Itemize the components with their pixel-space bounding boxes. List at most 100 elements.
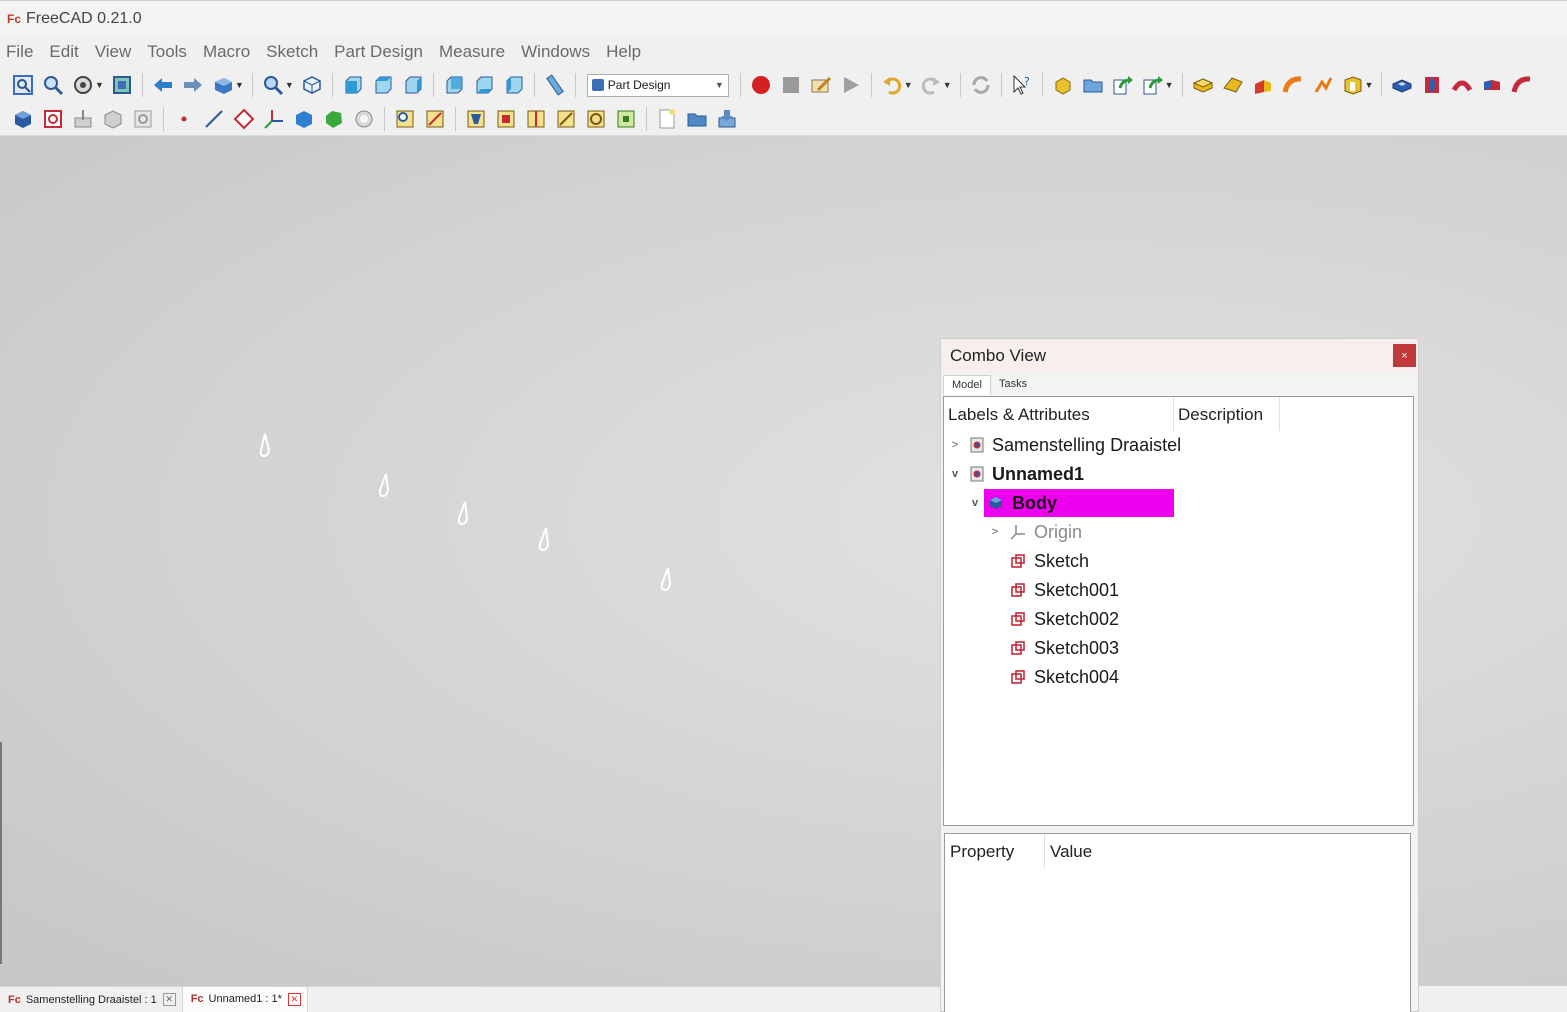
redo-icon[interactable] [919, 73, 943, 97]
groove-icon[interactable] [1450, 73, 1474, 97]
top-view-icon[interactable] [371, 73, 395, 97]
tab-tasks[interactable]: Tasks [991, 375, 1035, 395]
create-sketch-icon[interactable] [41, 107, 65, 131]
thickness-icon[interactable] [494, 107, 518, 131]
menu-windows[interactable]: Windows [521, 42, 590, 62]
undo-icon[interactable] [880, 73, 904, 97]
column-header-description[interactable]: Description [1174, 397, 1280, 431]
chevron-down-icon[interactable]: ▼ [235, 80, 244, 90]
tree-item-sketch[interactable]: Sketch [1010, 547, 1089, 575]
create-group-icon[interactable] [1081, 73, 1105, 97]
validate-sketch-icon[interactable] [71, 107, 95, 131]
chevron-down-icon[interactable]: ▼ [285, 80, 294, 90]
tree-item-sketch003[interactable]: Sketch003 [1010, 634, 1119, 662]
datum-point-icon[interactable] [172, 107, 196, 131]
tree-item-sketch004[interactable]: Sketch004 [1010, 663, 1119, 691]
whats-this-icon[interactable]: ? [1010, 73, 1034, 97]
create-link-icon[interactable] [1111, 73, 1135, 97]
forward-arrow-icon[interactable] [181, 73, 205, 97]
model-tree[interactable]: Labels & Attributes Description > Samens… [943, 396, 1414, 826]
subtractive-loft-icon[interactable] [1480, 73, 1504, 97]
menu-measure[interactable]: Measure [439, 42, 505, 62]
revolution-icon[interactable] [1221, 73, 1245, 97]
pocket-icon[interactable] [1390, 73, 1414, 97]
left-view-icon[interactable] [502, 73, 526, 97]
isometric-view-icon[interactable] [300, 73, 324, 97]
property-editor[interactable]: Property Value [944, 833, 1411, 1012]
new-document-icon[interactable] [655, 107, 679, 131]
bounding-box-icon[interactable] [110, 73, 134, 97]
tree-item-unnamed1[interactable]: v Unnamed1 [948, 460, 1084, 488]
tree-item-body[interactable]: v Body [968, 489, 1174, 517]
additive-primitive-icon[interactable] [1341, 73, 1365, 97]
shape-binder-icon[interactable] [292, 107, 316, 131]
menu-edit[interactable]: Edit [49, 42, 78, 62]
menu-macro[interactable]: Macro [203, 42, 250, 62]
macro-stop-icon[interactable] [779, 73, 803, 97]
sketch-profile-shape[interactable] [657, 566, 675, 594]
workbench-select[interactable]: Part Design ▼ [586, 73, 729, 97]
subshape-binder-icon[interactable] [322, 107, 346, 131]
menu-sketch[interactable]: Sketch [266, 42, 318, 62]
macro-edit-icon[interactable] [809, 73, 833, 97]
subtractive-pipe-icon[interactable] [1510, 73, 1534, 97]
chevron-down-icon[interactable]: ▼ [1165, 80, 1174, 90]
document-tab-unnamed1[interactable]: Fc Unnamed1 : 1* ✕ [181, 986, 308, 1012]
additive-pipe-icon[interactable] [1281, 73, 1305, 97]
refresh-icon[interactable] [969, 73, 993, 97]
chevron-right-icon[interactable]: > [948, 439, 962, 451]
save-document-icon[interactable] [715, 107, 739, 131]
sketch-profile-shape[interactable] [256, 432, 274, 460]
chevron-down-icon[interactable]: v [948, 468, 962, 480]
sketch-profile-shape[interactable] [454, 500, 472, 528]
multi-transform-icon[interactable] [614, 107, 638, 131]
menu-help[interactable]: Help [606, 42, 641, 62]
sketch-profile-shape[interactable] [375, 472, 393, 500]
datum-line-icon[interactable] [202, 107, 226, 131]
open-document-icon[interactable] [685, 107, 709, 131]
right-view-icon[interactable] [401, 73, 425, 97]
hole-icon[interactable] [1420, 73, 1444, 97]
sketch-profile-shape[interactable] [535, 526, 553, 554]
menu-tools[interactable]: Tools [147, 42, 187, 62]
fit-selection-icon[interactable] [41, 73, 65, 97]
polar-pattern-icon[interactable] [584, 107, 608, 131]
tree-item-samenstelling-draaistel[interactable]: > Samenstelling Draaistel [948, 431, 1181, 459]
additive-helix-icon[interactable] [1311, 73, 1335, 97]
chevron-down-icon[interactable]: ▼ [95, 80, 104, 90]
zoom-icon[interactable] [261, 73, 285, 97]
macro-run-icon[interactable] [839, 73, 863, 97]
rear-view-icon[interactable] [442, 73, 466, 97]
body-icon[interactable] [11, 107, 35, 131]
back-arrow-icon[interactable] [151, 73, 175, 97]
front-view-icon[interactable] [341, 73, 365, 97]
fit-all-icon[interactable] [11, 73, 35, 97]
column-header-property[interactable]: Property [945, 834, 1045, 868]
close-icon[interactable]: ✕ [162, 993, 176, 1006]
document-tab-samenstelling[interactable]: Fc Samenstelling Draaistel : 1 ✕ [0, 987, 182, 1012]
close-icon[interactable]: ✕ [287, 992, 301, 1006]
menu-file[interactable]: File [6, 42, 33, 62]
clone-icon[interactable] [131, 107, 155, 131]
chevron-down-icon[interactable]: ▼ [1365, 80, 1374, 90]
std-views-icon[interactable] [211, 73, 235, 97]
draft-icon[interactable] [464, 107, 488, 131]
tree-item-sketch002[interactable]: Sketch002 [1010, 605, 1119, 633]
menu-part-design[interactable]: Part Design [334, 42, 423, 62]
macro-record-icon[interactable] [749, 73, 773, 97]
chevron-right-icon[interactable]: > [988, 526, 1002, 538]
pad-icon[interactable] [1191, 73, 1215, 97]
draw-style-icon[interactable] [71, 73, 95, 97]
fillet-icon[interactable] [393, 107, 417, 131]
link-actions-icon[interactable] [1141, 73, 1165, 97]
tree-item-origin[interactable]: > Origin [988, 518, 1082, 546]
menu-view[interactable]: View [95, 42, 132, 62]
local-coordinate-system-icon[interactable] [262, 107, 286, 131]
chevron-down-icon[interactable]: v [968, 497, 982, 509]
additive-loft-icon[interactable] [1251, 73, 1275, 97]
chevron-down-icon[interactable]: ▼ [904, 80, 913, 90]
bottom-view-icon[interactable] [472, 73, 496, 97]
mirrored-icon[interactable] [524, 107, 548, 131]
datum-shape-icon[interactable] [101, 107, 125, 131]
tree-item-sketch001[interactable]: Sketch001 [1010, 576, 1119, 604]
